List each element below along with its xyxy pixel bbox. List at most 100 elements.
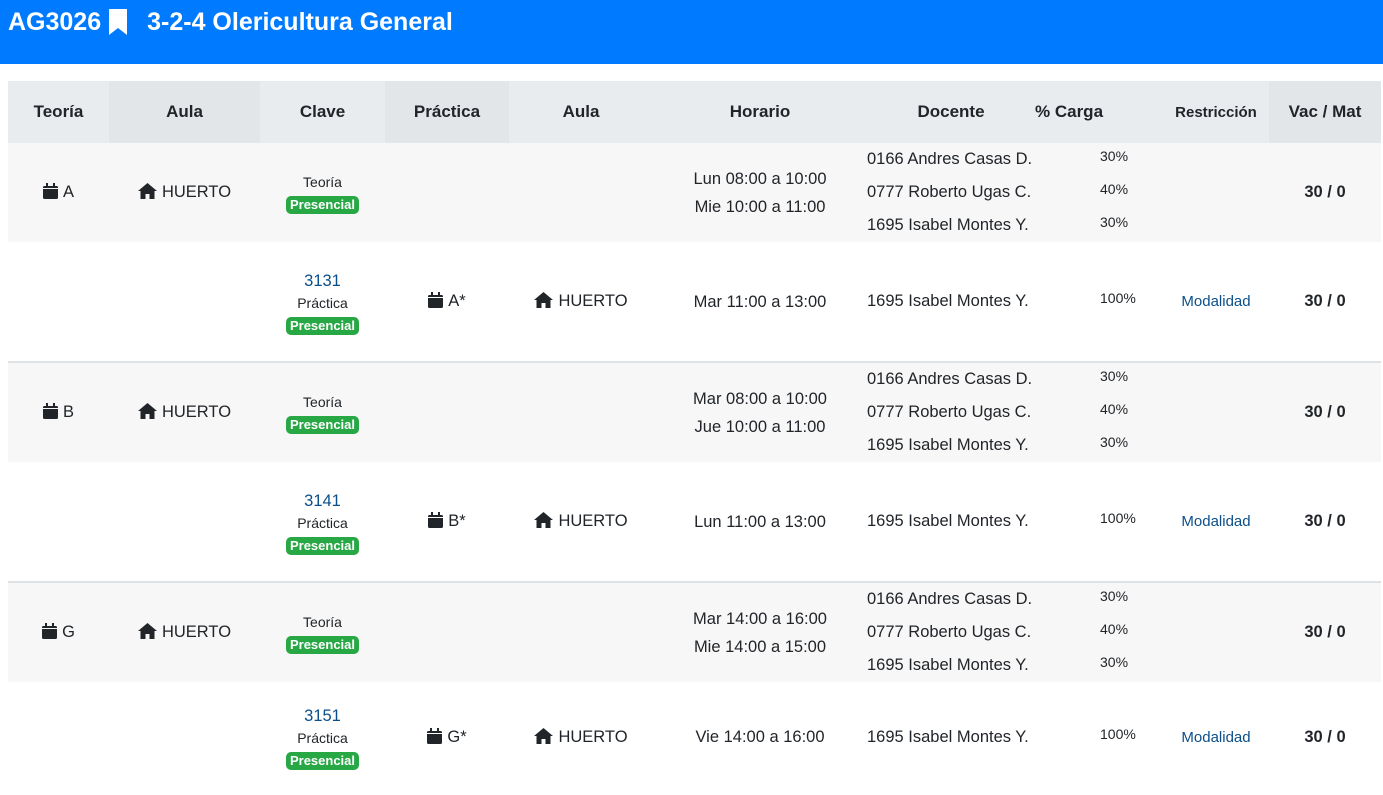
teacher-name: 1695 Isabel Montes Y. [867, 656, 1029, 674]
teacher-name: 1695 Isabel Montes Y. [867, 436, 1029, 454]
teacher-name: 1695 Isabel Montes Y. [867, 216, 1029, 234]
vac-mat: 30 / 0 [1304, 512, 1346, 530]
key-type: Práctica [297, 514, 348, 531]
schedule-cell: Lun 08:00 a 10:00 Mie 10:00 a 11:00 [653, 143, 867, 242]
teacher-load: 100% [1100, 290, 1136, 306]
practice-key-link[interactable]: 3131 [304, 269, 341, 293]
table-row: 3141 Práctica Presencial B* HUERTO Lun 11:… [8, 462, 1381, 582]
header-teacher: Docente [917, 102, 985, 121]
restriction-link[interactable]: Modalidad [1163, 462, 1269, 582]
calendar-icon [42, 183, 58, 199]
teacher-load: 40% [1100, 401, 1129, 417]
room-cell: HUERTO [109, 143, 260, 242]
practice-cell: B* [385, 462, 509, 582]
course-code: AG3026 [8, 8, 102, 36]
teacher-name: 0166 Andres Casas D. [867, 150, 1033, 168]
practice-group[interactable]: B* [448, 512, 465, 530]
vac-mat: 30 / 0 [1304, 403, 1346, 421]
modality-badge: Presencial [285, 536, 360, 555]
schedule-line: Jue 10:00 a 11:00 [694, 417, 826, 436]
table-row: A HUERTO Teoría Presencial Lun 08:00 a 10… [8, 143, 1381, 242]
schedule-cell: Mar 08:00 a 10:00 Jue 10:00 a 11:00 [653, 362, 867, 462]
schedule-line: Mar 14:00 a 16:00 [693, 609, 827, 628]
modality-badge: Presencial [285, 635, 360, 654]
schedule-table: Teoría Aula Clave Práctica Aula Horario … [8, 81, 1381, 792]
room-name: HUERTO [161, 183, 232, 201]
teachers-cell: 1695 Isabel Montes Y. 100% [867, 682, 1163, 792]
theory-group-cell: A [8, 143, 109, 242]
teacher-name: 1695 Isabel Montes Y. [867, 727, 1029, 746]
teacher-line: 0777 Roberto Ugas C. 40% [867, 396, 1163, 429]
table-row: B HUERTO Teoría Presencial Mar 08:00 a 10… [8, 362, 1381, 462]
teacher-line: 1695 Isabel Montes Y. 100% [867, 285, 1163, 318]
schedule-line: Mie 14:00 a 15:00 [693, 637, 827, 656]
practice-key-link[interactable]: 3151 [304, 704, 341, 728]
teacher-name: 0166 Andres Casas D. [867, 370, 1033, 388]
key-cell: Teoría Presencial [260, 582, 385, 682]
theory-group[interactable]: G [62, 623, 75, 641]
teacher-load: 30% [1100, 368, 1129, 384]
teacher-line: 0777 Roberto Ugas C. 40% [867, 616, 1163, 649]
table-row: 3151 Práctica Presencial G* HUERTO Vie 14:… [8, 682, 1381, 792]
home-icon [137, 623, 157, 639]
course-title: 3-2-4 Olericultura General [147, 8, 453, 36]
room-cell [109, 462, 260, 582]
theory-group-cell [8, 682, 109, 792]
header-load: % Carga [1035, 102, 1104, 121]
teachers-cell: 0166 Andres Casas D. 30% 0777 Roberto Uga… [867, 582, 1163, 682]
key-cell: 3141 Práctica Presencial [260, 462, 385, 582]
practice-cell [385, 362, 509, 462]
teacher-load: 30% [1100, 654, 1129, 670]
theory-group-cell [8, 462, 109, 582]
practice-room-cell: HUERTO [509, 242, 653, 362]
room-name: HUERTO [161, 403, 232, 421]
practice-cell [385, 582, 509, 682]
theory-group[interactable]: B [63, 403, 74, 421]
restriction-link[interactable]: Modalidad [1163, 682, 1269, 792]
practice-group[interactable]: A* [448, 292, 465, 310]
teacher-load: 40% [1100, 621, 1129, 637]
home-icon [534, 512, 554, 528]
header-restriction: Restricción [1175, 103, 1257, 121]
schedule-cell: Mar 11:00 a 13:00 [653, 242, 867, 362]
calendar-icon [42, 403, 58, 419]
modality-badge: Presencial [285, 316, 360, 335]
schedule-line: Mar 08:00 a 10:00 [693, 389, 827, 408]
home-icon [534, 292, 554, 308]
header-room: Aula [109, 81, 260, 143]
room-name: HUERTO [558, 292, 628, 310]
schedule-line: Lun 08:00 a 10:00 [693, 169, 827, 188]
theory-group-cell: B [8, 362, 109, 462]
schedule-cell: Lun 11:00 a 13:00 [653, 462, 867, 582]
teacher-load: 30% [1100, 148, 1129, 164]
header-theory: Teoría [33, 102, 84, 121]
practice-cell: G* [385, 682, 509, 792]
teachers-cell: 1695 Isabel Montes Y. 100% [867, 462, 1163, 582]
room-cell [109, 242, 260, 362]
practice-key-link[interactable]: 3141 [304, 489, 341, 513]
restriction-link[interactable]: Modalidad [1163, 242, 1269, 362]
practice-group[interactable]: G* [447, 728, 466, 746]
schedule-line: Mar 11:00 a 13:00 [693, 292, 827, 311]
room-cell: HUERTO [109, 582, 260, 682]
vac-mat: 30 / 0 [1304, 623, 1346, 641]
teacher-name: 0166 Andres Casas D. [867, 590, 1033, 608]
teacher-line: 1695 Isabel Montes Y. 30% [867, 649, 1163, 682]
bookmark-icon[interactable] [108, 8, 128, 36]
header-key: Clave [299, 102, 346, 121]
table-row: G HUERTO Teoría Presencial Mar 14:00 a 16… [8, 582, 1381, 682]
modality-badge: Presencial [285, 195, 360, 214]
table-row: 3131 Práctica Presencial A* HUERTO Mar 11:… [8, 242, 1381, 362]
teacher-line: 1695 Isabel Montes Y. 30% [867, 209, 1163, 242]
key-type: Práctica [297, 294, 348, 311]
teachers-cell: 1695 Isabel Montes Y. 100% [867, 242, 1163, 362]
practice-room-cell [509, 362, 653, 462]
room-cell [109, 682, 260, 792]
schedule-cell: Vie 14:00 a 16:00 [653, 682, 867, 792]
calendar-icon [428, 292, 444, 308]
header-teacher-load: Docente % Carga [867, 81, 1163, 143]
teacher-load: 100% [1100, 725, 1136, 742]
theory-group[interactable]: A [63, 183, 74, 201]
key-type: Práctica [297, 730, 348, 746]
practice-cell: A* [385, 242, 509, 362]
